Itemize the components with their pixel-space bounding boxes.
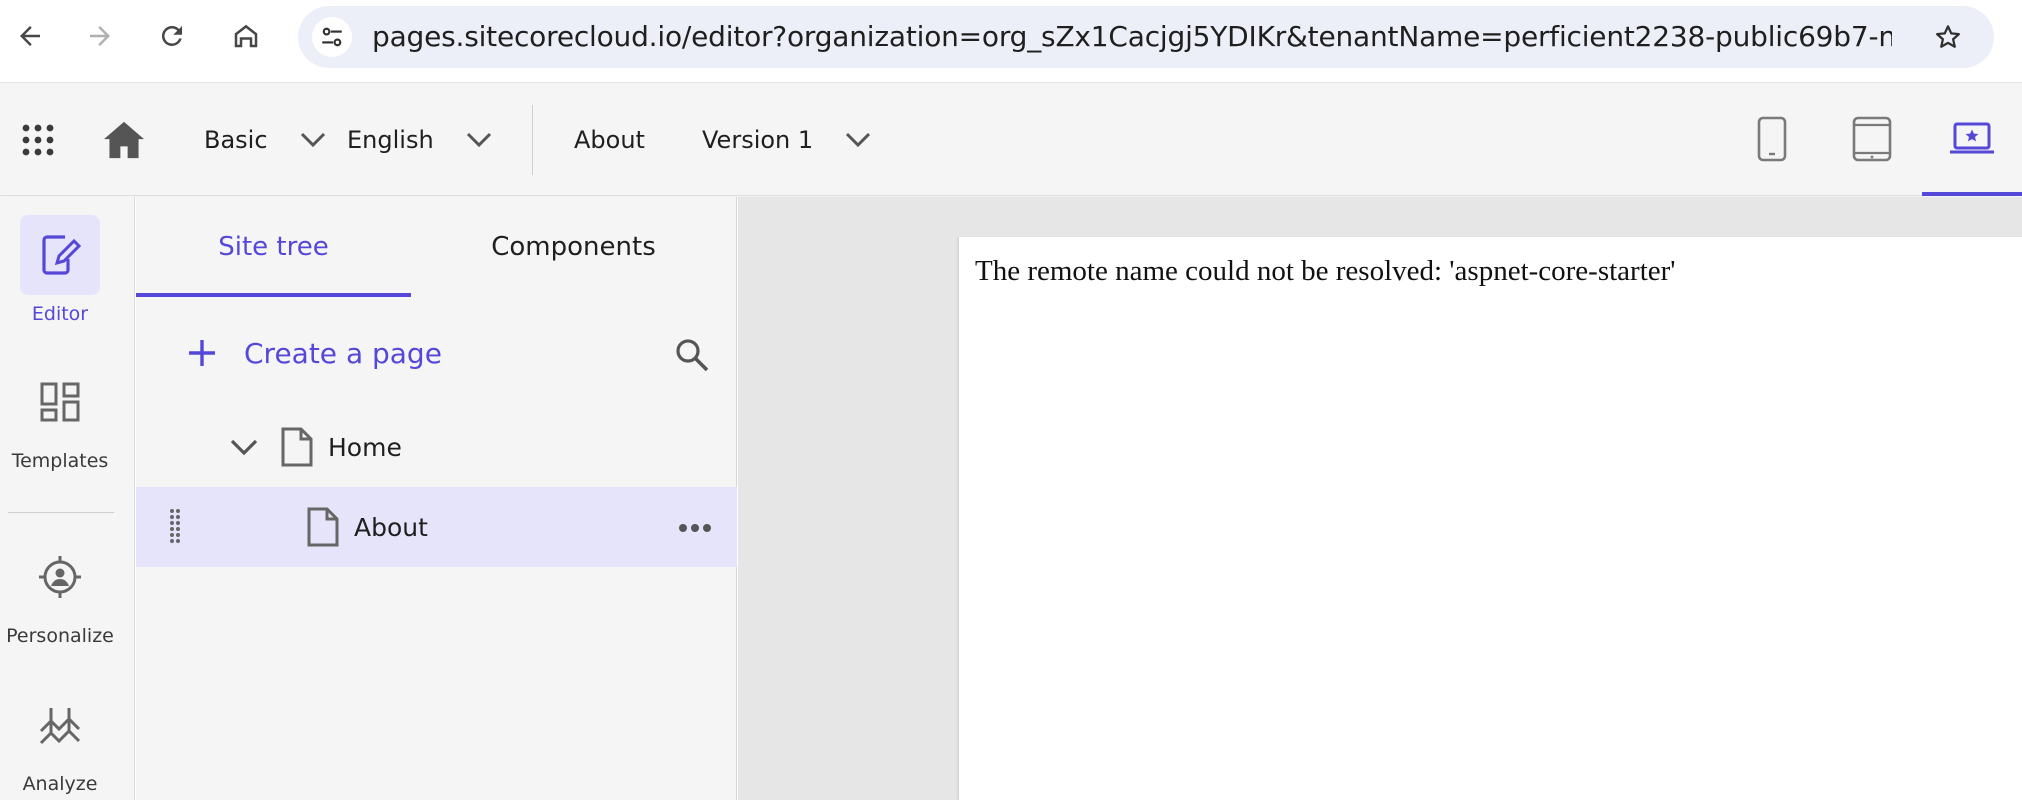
url-text[interactable]: pages.sitecorecloud.io/editor?organizati… [372,6,1892,68]
phone-icon [1757,116,1787,162]
home-button[interactable] [226,16,266,56]
page-name-label: About [574,125,645,154]
rail-item-templates[interactable]: Templates [0,362,120,472]
rail-label-templates: Templates [11,450,109,472]
page-icon [307,507,339,547]
site-variant-label: Basic [204,125,268,154]
chevron-down-icon [466,132,491,147]
forward-arrow-icon [90,26,110,46]
address-bar[interactable]: pages.sitecorecloud.io/editor?organizati… [298,6,1994,68]
version-dropdown[interactable]: Version 1 [702,83,871,196]
tablet-icon [1852,116,1892,162]
error-message: The remote name could not be resolved: '… [975,255,1676,287]
laptop-star-icon [1950,122,1994,154]
desktop-view-button[interactable] [1942,109,2002,169]
home-filled-icon [104,121,144,158]
chevron-down-icon [300,132,325,147]
rail-divider [8,512,114,513]
analyze-icon [39,708,81,745]
tree-item-label: Home [328,432,402,462]
left-navigation-rail: Editor Templates Personalize Analyze [0,197,135,800]
chevron-down-icon [846,132,871,147]
app-header: Basic English About Version 1 [0,83,2022,196]
personalize-icon [39,556,81,598]
mobile-view-button[interactable] [1742,109,1802,169]
templates-icon [40,382,80,422]
page-name[interactable]: About [574,83,645,196]
chevron-down-icon[interactable] [230,438,258,456]
bookmark-star-button[interactable] [1928,17,1968,57]
rail-label-analyze: Analyze [22,773,98,795]
rail-item-analyze[interactable]: Analyze [0,685,120,795]
reload-button[interactable] [152,16,192,56]
home-outline-icon [234,24,258,48]
language-dropdown[interactable]: English [347,83,492,196]
back-button[interactable] [10,16,50,56]
search-tree-button[interactable] [672,335,712,375]
tree-item-label: About [354,512,428,542]
tablet-view-button[interactable] [1842,109,1902,169]
device-active-indicator [1922,192,2022,196]
tree-item-about[interactable]: About [136,487,737,567]
browser-toolbar: pages.sitecorecloud.io/editor?organizati… [0,0,2022,83]
rail-label-editor: Editor [31,303,89,325]
app-grid-icon [22,124,54,155]
page-preview-frame[interactable]: The remote name could not be resolved: '… [958,237,2022,800]
rail-label-personalize: Personalize [6,625,114,647]
site-home-button[interactable] [102,83,146,196]
reload-icon [161,25,182,46]
edit-page-icon [42,235,81,275]
tab-site-tree[interactable]: Site tree [136,197,411,297]
page-icon [281,427,313,467]
tree-item-home[interactable]: Home [136,407,737,487]
create-page-button[interactable]: Create a page [186,333,442,373]
rail-item-editor[interactable]: Editor [0,215,120,325]
create-page-label: Create a page [244,336,442,370]
search-icon [676,339,709,372]
more-options-icon[interactable] [678,523,712,533]
editor-canvas: The remote name could not be resolved: '… [738,197,2022,800]
tune-icon [322,27,342,47]
star-outline-icon [1936,25,1960,48]
rail-item-personalize[interactable]: Personalize [0,537,120,647]
site-variant-dropdown[interactable]: Basic [204,83,326,196]
language-label: English [347,125,434,154]
tab-components[interactable]: Components [436,197,711,297]
site-tree-panel: Site tree Components Create a page Home … [136,197,737,800]
version-label: Version 1 [702,125,814,154]
forward-button[interactable] [80,16,120,56]
active-tab-indicator [136,293,411,297]
plus-icon [189,340,215,366]
site-info-button[interactable] [312,17,352,57]
back-arrow-icon [20,26,40,46]
header-divider [532,105,533,175]
app-switcher-button[interactable] [20,83,56,196]
drag-handle-icon[interactable] [169,508,181,546]
